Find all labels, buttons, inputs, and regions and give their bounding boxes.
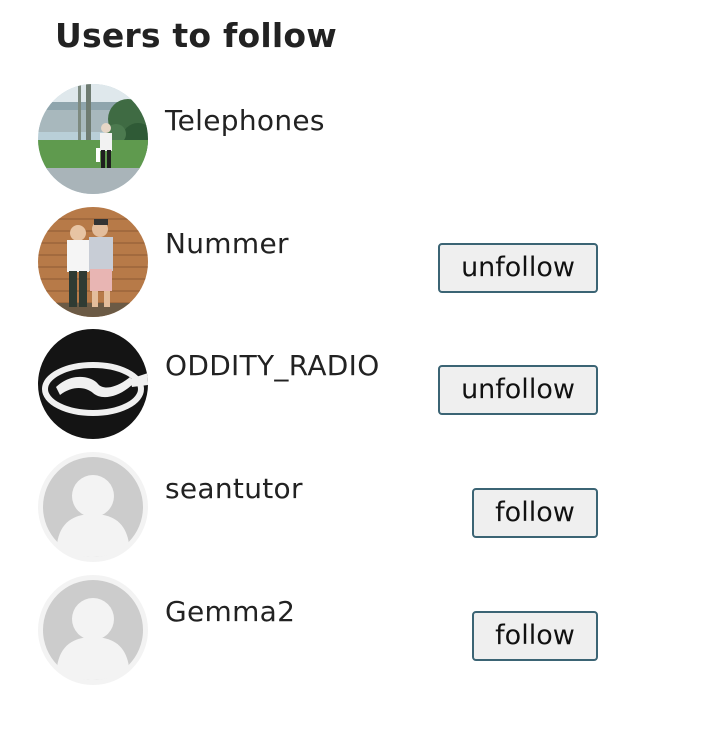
user-photo-icon bbox=[38, 84, 148, 194]
user-row: Telephones bbox=[0, 84, 722, 196]
panel-title: Users to follow bbox=[55, 16, 337, 55]
default-user-icon bbox=[38, 452, 148, 562]
user-row: seantutor follow bbox=[0, 452, 722, 564]
unfollow-button[interactable]: unfollow bbox=[438, 243, 598, 293]
username[interactable]: Telephones bbox=[165, 104, 325, 137]
avatar[interactable] bbox=[38, 575, 148, 685]
follow-button[interactable]: follow bbox=[472, 488, 598, 538]
user-row: Gemma2 follow bbox=[0, 575, 722, 687]
avatar[interactable] bbox=[38, 452, 148, 562]
user-row: Nummer unfollow bbox=[0, 207, 722, 319]
avatar[interactable] bbox=[38, 329, 148, 439]
username[interactable]: seantutor bbox=[165, 472, 303, 505]
users-to-follow-panel: Users to follow Telephones Nummer unfoll… bbox=[0, 0, 722, 738]
oddity-radio-logo-icon bbox=[38, 329, 148, 439]
avatar[interactable] bbox=[38, 207, 148, 317]
follow-button[interactable]: follow bbox=[472, 611, 598, 661]
username[interactable]: Gemma2 bbox=[165, 595, 295, 628]
default-user-icon bbox=[38, 575, 148, 685]
avatar[interactable] bbox=[38, 84, 148, 194]
user-row: ODDITY_RADIO unfollow bbox=[0, 329, 722, 441]
unfollow-button[interactable]: unfollow bbox=[438, 365, 598, 415]
username[interactable]: ODDITY_RADIO bbox=[165, 349, 380, 382]
username[interactable]: Nummer bbox=[165, 227, 289, 260]
user-photo-icon bbox=[38, 207, 148, 317]
